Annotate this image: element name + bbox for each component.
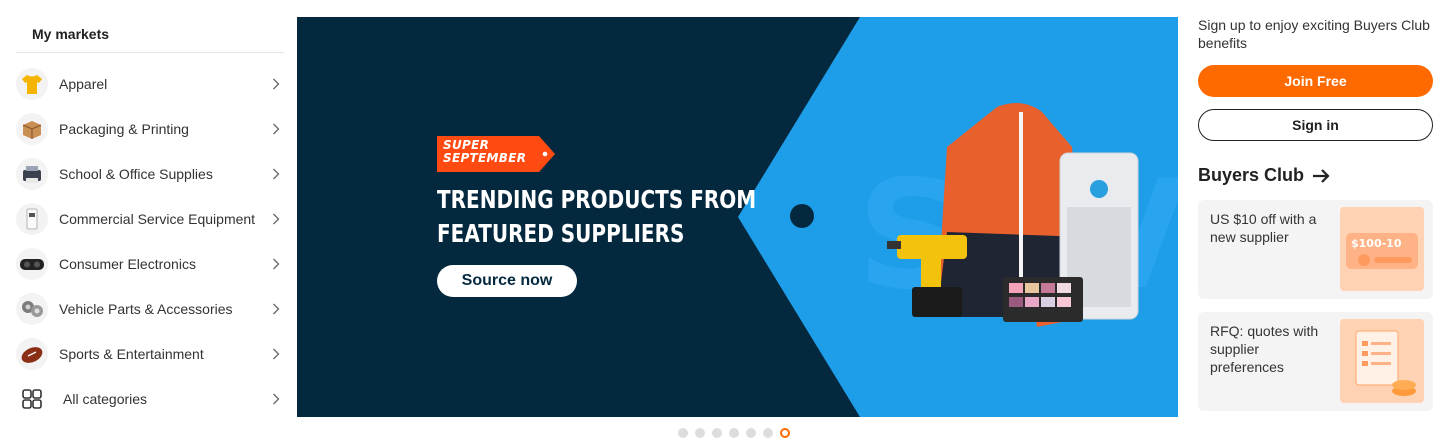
category-item-apparel[interactable]: Apparel <box>16 61 284 106</box>
tshirt-icon <box>16 67 48 100</box>
chevron-right-icon <box>268 121 284 137</box>
coupon-card-text: US $10 off with a new supplier <box>1210 211 1317 245</box>
chevron-right-icon <box>268 76 284 92</box>
category-item-all[interactable]: All categories <box>16 376 284 421</box>
chevron-right-icon <box>268 256 284 272</box>
signup-prompt: Sign up to enjoy exciting Buyers Club be… <box>1198 17 1430 51</box>
printer-icon <box>16 157 48 190</box>
account-panel: Sign up to enjoy exciting Buyers Club be… <box>1198 16 1433 411</box>
category-item-consumer-electronics[interactable]: Consumer Electronics <box>16 241 284 286</box>
coupon-card[interactable]: US $10 off with a new supplier $100-10 <box>1198 200 1433 299</box>
dispenser-icon <box>16 202 48 235</box>
coupon-image: $100-10 <box>1340 207 1424 291</box>
category-item-commercial-service[interactable]: Commercial Service Equipment <box>16 196 284 241</box>
coupon-image-text: $100-10 <box>1351 237 1402 250</box>
category-item-sports-entertainment[interactable]: Sports & Entertainment <box>16 331 284 376</box>
carousel-dot-7-active[interactable] <box>780 428 790 438</box>
sign-in-button[interactable]: Sign in <box>1198 109 1433 141</box>
headline-line-2: FEATURED SUPPLIERS <box>437 219 685 248</box>
category-label: Consumer Electronics <box>59 255 196 272</box>
football-icon <box>16 337 48 370</box>
carousel-dot-2[interactable] <box>695 428 705 438</box>
hero-banner[interactable]: SAVE <box>297 17 1178 417</box>
carousel-dot-3[interactable] <box>712 428 722 438</box>
category-menu: Apparel Packaging & Printing School & Of… <box>16 61 284 421</box>
chevron-right-icon <box>268 301 284 317</box>
chevron-right-icon <box>268 391 284 407</box>
category-item-school-office[interactable]: School & Office Supplies <box>16 151 284 196</box>
rfq-image <box>1340 319 1424 403</box>
category-label: Sports & Entertainment <box>59 345 204 362</box>
buyers-club-title: Buyers Club <box>1198 165 1305 185</box>
vr-headset-icon <box>16 247 48 280</box>
chevron-right-icon <box>268 346 284 362</box>
carousel-dot-5[interactable] <box>746 428 756 438</box>
buyers-club-link[interactable]: Buyers Club <box>1198 165 1433 186</box>
source-now-button[interactable]: Source now <box>437 265 577 297</box>
chevron-right-icon <box>268 211 284 227</box>
my-markets-panel: My markets Apparel Packaging & Printing … <box>16 16 284 421</box>
banner-background: SAVE <box>738 17 1178 417</box>
carousel-dots <box>678 428 790 438</box>
super-september-badge: SUPER SEPTEMBER <box>437 136 555 177</box>
carousel-dot-1[interactable] <box>678 428 688 438</box>
carousel-dot-6[interactable] <box>763 428 773 438</box>
badge-line-2: SEPTEMBER <box>443 151 527 165</box>
my-markets-title: My markets <box>16 16 284 53</box>
all-categories-label: All categories <box>63 390 148 407</box>
category-label: Apparel <box>59 75 108 92</box>
headline-line-1: TRENDING PRODUCTS FROM <box>437 185 757 214</box>
category-label: Packaging & Printing <box>59 120 189 137</box>
banner-headline: TRENDING PRODUCTS FROM FEATURED SUPPLIER… <box>437 183 757 251</box>
arrow-right-icon <box>1312 168 1330 184</box>
category-label: School & Office Supplies <box>59 165 213 182</box>
grid-icon <box>16 382 48 415</box>
category-label: Vehicle Parts & Accessories <box>59 300 233 317</box>
category-item-packaging-printing[interactable]: Packaging & Printing <box>16 106 284 151</box>
box-icon <box>16 112 48 145</box>
category-item-vehicle-parts[interactable]: Vehicle Parts & Accessories <box>16 286 284 331</box>
join-free-button[interactable]: Join Free <box>1198 65 1433 97</box>
carousel-dot-4[interactable] <box>729 428 739 438</box>
engine-parts-icon <box>16 292 48 325</box>
rfq-card[interactable]: RFQ: quotes with supplier preferences <box>1198 312 1433 411</box>
chevron-right-icon <box>268 166 284 182</box>
makeup-palette-image <box>1003 277 1083 322</box>
rfq-card-text: RFQ: quotes with supplier preferences <box>1210 323 1319 375</box>
category-label: Commercial Service Equipment <box>59 210 256 227</box>
